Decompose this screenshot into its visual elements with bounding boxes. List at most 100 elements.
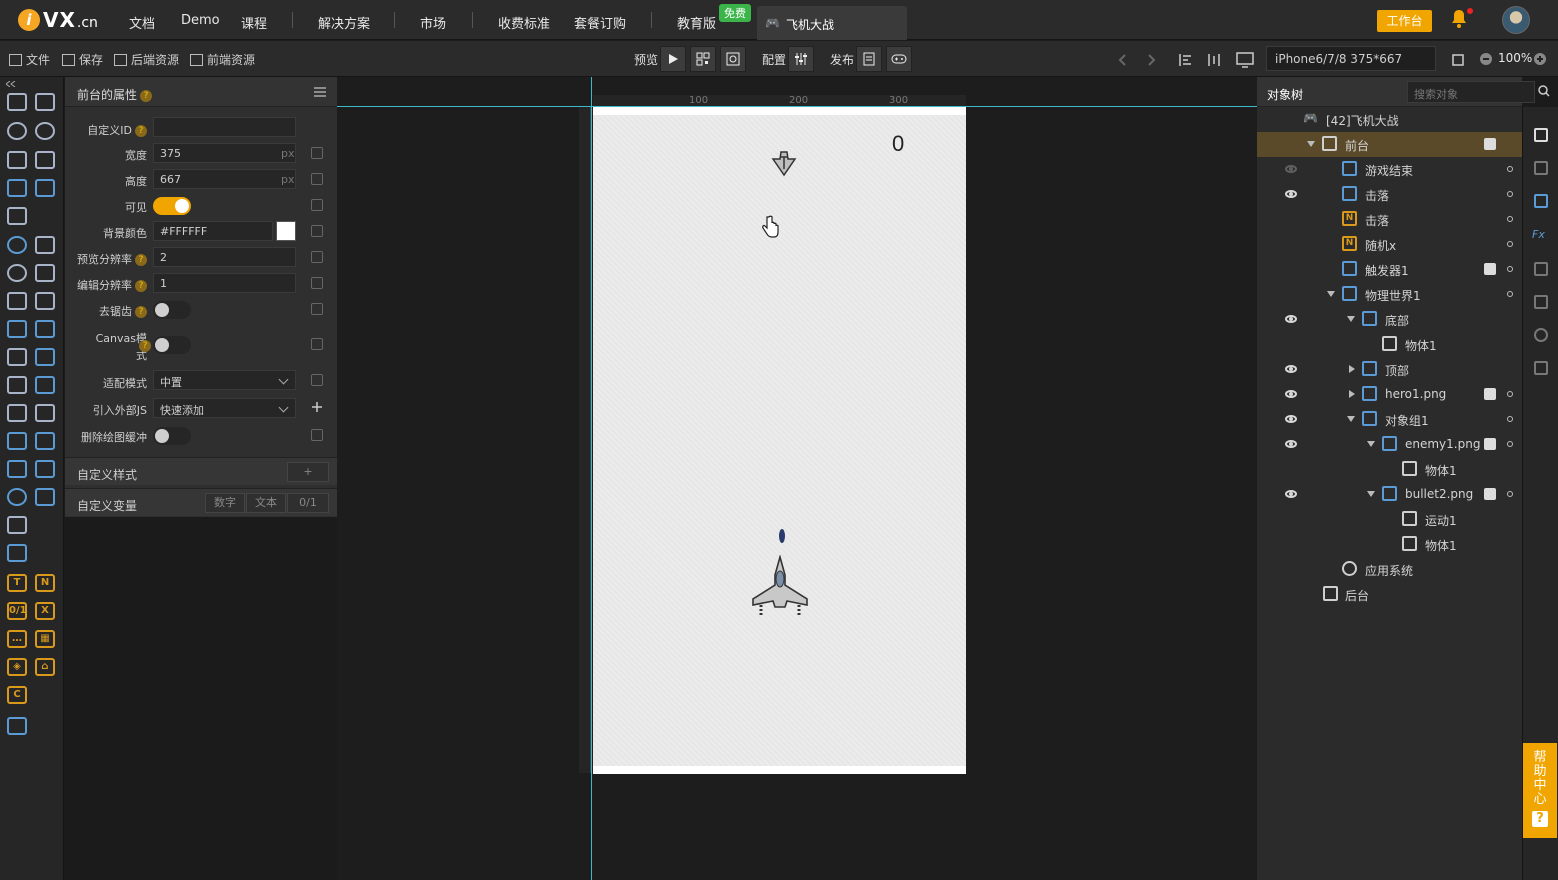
clear-buffer-toggle[interactable]	[153, 427, 191, 445]
chat-icon[interactable]	[35, 122, 55, 140]
redo-icon[interactable]	[1144, 53, 1158, 67]
tree-row-hero[interactable]: hero1.png	[1257, 382, 1522, 407]
chat-icon[interactable]	[1534, 194, 1548, 208]
add-style-button[interactable]: +	[287, 462, 329, 482]
plus-icon[interactable]	[311, 401, 323, 413]
guide-line-vertical[interactable]	[591, 77, 592, 880]
class-var-icon[interactable]: C	[7, 686, 27, 704]
custom-style-section[interactable]: 自定义样式 +	[65, 457, 337, 485]
info-badge-icon[interactable]	[1484, 138, 1496, 150]
custom-id-field[interactable]	[153, 117, 296, 137]
object-search-input[interactable]: 搜索对象	[1407, 81, 1535, 103]
tree-row-motion[interactable]: 运动1	[1257, 507, 1522, 532]
zoom-out-icon[interactable]	[1479, 52, 1493, 66]
slider-icon[interactable]	[7, 404, 27, 422]
physics-icon[interactable]	[7, 544, 27, 562]
text-icon[interactable]	[7, 292, 27, 310]
caret-down-icon[interactable]	[1307, 141, 1315, 147]
project-tab[interactable]: 🎮 飞机大战	[757, 6, 907, 40]
copy-icon[interactable]	[311, 277, 323, 289]
tree-row-body[interactable]: 物体1	[1257, 332, 1522, 357]
keyboard-icon[interactable]	[7, 432, 27, 450]
help-icon[interactable]: ?	[140, 89, 153, 102]
timer-icon[interactable]	[7, 264, 27, 282]
ui-widget-icon[interactable]	[7, 717, 27, 735]
eye-hidden-icon[interactable]	[1285, 165, 1297, 173]
api-icon[interactable]	[1534, 328, 1548, 342]
info-badge-icon[interactable]	[1484, 488, 1496, 500]
fit-mode-select[interactable]: 中置	[153, 370, 296, 390]
info-badge-icon[interactable]	[1484, 263, 1496, 275]
tree-row-shot-text[interactable]: 击落	[1257, 182, 1522, 207]
bool-var-icon[interactable]: 0/1	[7, 602, 27, 620]
background-color-field[interactable]: #FFFFFF	[153, 221, 273, 241]
plugin-icon[interactable]	[35, 93, 55, 111]
caret-down-icon[interactable]	[1327, 291, 1335, 297]
function-icon[interactable]: Fx	[1532, 228, 1545, 241]
qr-preview-button[interactable]	[690, 46, 716, 72]
nav-education[interactable]: 教育版	[677, 13, 716, 32]
caret-right-icon[interactable]	[1349, 390, 1355, 398]
caret-down-icon[interactable]	[1367, 441, 1375, 447]
container-icon[interactable]	[7, 179, 27, 197]
rich-text-icon[interactable]	[35, 292, 55, 310]
tree-var-icon[interactable]: ⌂	[35, 658, 55, 676]
external-js-select[interactable]: 快速添加	[153, 398, 296, 418]
gamepad-icon[interactable]	[35, 432, 55, 450]
phone-stage[interactable]: 0	[593, 107, 966, 774]
publish-game-button[interactable]	[886, 46, 912, 72]
tab-object-tree[interactable]: 对象树	[1267, 86, 1303, 103]
bell-icon[interactable]	[1450, 9, 1468, 29]
tree-row-enemy-body[interactable]: 物体1	[1257, 457, 1522, 482]
layers-icon[interactable]	[1534, 161, 1548, 175]
sql-icon[interactable]	[1534, 361, 1548, 375]
tree-row-bullet-body[interactable]: 物体1	[1257, 532, 1522, 557]
ivx-logo[interactable]: i VX .cn	[18, 8, 98, 32]
publish-web-button[interactable]	[856, 46, 882, 72]
menu-icon[interactable]	[313, 86, 327, 98]
add-number-var-button[interactable]: 数字	[205, 493, 245, 513]
config-button[interactable]	[788, 46, 814, 72]
video-icon[interactable]	[35, 348, 55, 366]
dot-icon[interactable]	[1507, 216, 1513, 222]
file-menu[interactable]: 文件	[9, 51, 50, 68]
distribute-icon[interactable]	[1206, 52, 1222, 68]
dot-icon[interactable]	[1507, 241, 1513, 247]
image-icon[interactable]	[7, 320, 27, 338]
help-icon[interactable]: ?	[135, 254, 147, 266]
tree-row-frontend[interactable]: 前台	[1257, 132, 1522, 157]
height-field[interactable]: 667	[153, 169, 296, 189]
eye-icon[interactable]	[1285, 190, 1297, 198]
copy-icon[interactable]	[1534, 262, 1548, 276]
antialias-toggle[interactable]	[153, 301, 191, 319]
tree-row-app-system[interactable]: 应用系统	[1257, 557, 1522, 582]
tree-row-enemy[interactable]: enemy1.png	[1257, 432, 1522, 457]
swap-icon[interactable]	[1534, 295, 1548, 309]
eye-icon[interactable]	[1285, 440, 1297, 448]
nav-courses[interactable]: 课程	[241, 13, 267, 32]
dot-icon[interactable]	[1507, 441, 1513, 447]
edit-ratio-field[interactable]: 1	[153, 273, 296, 293]
frame-icon[interactable]	[7, 207, 27, 225]
help-icon[interactable]: ?	[135, 125, 147, 137]
page-add-icon[interactable]	[7, 151, 27, 169]
visible-toggle[interactable]	[153, 197, 191, 215]
music-icon[interactable]	[7, 348, 27, 366]
hexagon-icon[interactable]	[7, 236, 27, 254]
add-bool-var-button[interactable]: 0/1	[287, 493, 329, 513]
play-button[interactable]	[660, 46, 686, 72]
device-icon[interactable]	[1236, 51, 1258, 69]
canvas-icon[interactable]	[35, 376, 55, 394]
tree-row-object-group[interactable]: 对象组1	[1257, 407, 1522, 432]
help-center-button[interactable]: 帮 助 中 心 ?	[1523, 743, 1557, 838]
align-icon[interactable]	[1178, 52, 1194, 68]
nav-market[interactable]: 市场	[420, 13, 446, 32]
mini-program-button[interactable]	[720, 46, 746, 72]
info-badge-icon[interactable]	[1484, 388, 1496, 400]
tree-row-bullet[interactable]: bullet2.png	[1257, 482, 1522, 507]
number-var-icon[interactable]: N	[35, 574, 55, 592]
tree-row-physics-world[interactable]: 物理世界1	[1257, 282, 1522, 307]
hourglass-icon[interactable]	[7, 516, 27, 534]
eye-icon[interactable]	[1285, 415, 1297, 423]
info-icon[interactable]	[1534, 128, 1548, 142]
